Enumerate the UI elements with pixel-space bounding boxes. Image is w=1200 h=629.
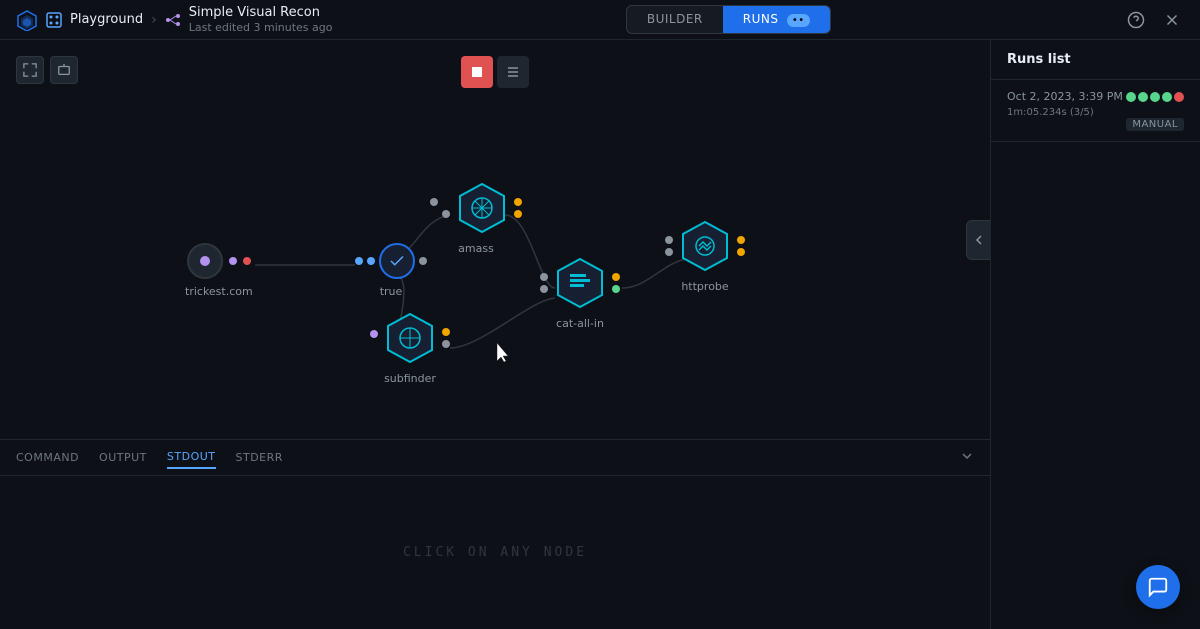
tab-stdout[interactable]: STDOUT — [167, 446, 216, 469]
run-dot-1 — [1126, 92, 1136, 102]
tab-group: BUILDER RUNS •• — [626, 5, 831, 34]
node-subfinder[interactable]: subfinder — [370, 310, 450, 385]
run-dots — [1126, 92, 1184, 102]
header-right — [1124, 8, 1184, 32]
workflow-name-group: Simple Visual Recon Last edited 3 minute… — [189, 5, 333, 34]
run-item-header: Oct 2, 2023, 3:39 PM — [1007, 90, 1184, 103]
node-httprobe[interactable]: httprobe — [665, 218, 745, 293]
run-item[interactable]: Oct 2, 2023, 3:39 PM 1m:05.234s (3/5) MA… — [991, 80, 1200, 142]
main-area: trickest.com true — [0, 40, 1200, 629]
run-timestamp: Oct 2, 2023, 3:39 PM — [1007, 90, 1123, 103]
tab-runs-label: RUNS — [743, 12, 779, 26]
run-badge: MANUAL — [1126, 118, 1184, 131]
node-httprobe-label: httprobe — [681, 280, 728, 293]
tab-output[interactable]: OUTPUT — [99, 447, 147, 468]
tab-runs-badge: •• — [787, 14, 810, 27]
chat-button[interactable] — [1136, 565, 1180, 609]
run-dot-4 — [1162, 92, 1172, 102]
last-edited: Last edited 3 minutes ago — [189, 21, 333, 34]
node-trickest[interactable]: trickest.com — [185, 243, 253, 298]
runs-panel: Runs list Oct 2, 2023, 3:39 PM 1m:05.234… — [990, 40, 1200, 629]
run-dot-5 — [1174, 92, 1184, 102]
run-status-row: MANUAL — [1007, 118, 1184, 131]
tab-runs[interactable]: RUNS •• — [723, 6, 830, 33]
canvas-toolbar — [461, 56, 529, 88]
node-trickest-label: trickest.com — [185, 285, 253, 298]
playground-icon — [46, 12, 62, 28]
run-sub-info: 1m:05.234s (3/5) — [1007, 107, 1184, 118]
node-amass-label: amass — [458, 242, 494, 255]
workflow-name: Simple Visual Recon — [189, 5, 333, 20]
node-subfinder-label: subfinder — [384, 372, 436, 385]
playground-label: Playground — [70, 12, 143, 27]
brand-logo — [16, 9, 38, 31]
node-cat-all-in-label: cat-all-in — [556, 317, 604, 330]
list-view-button[interactable] — [497, 56, 529, 88]
header-left: Playground › Simple Visual Recon Last ed… — [16, 5, 332, 34]
stop-button[interactable] — [461, 56, 493, 88]
workflow-icon — [165, 12, 181, 28]
header: Playground › Simple Visual Recon Last ed… — [0, 0, 1200, 40]
node-true[interactable]: true — [355, 243, 427, 298]
header-center: BUILDER RUNS •• — [626, 5, 831, 34]
tab-builder[interactable]: BUILDER — [627, 6, 723, 33]
close-button[interactable] — [1160, 8, 1184, 32]
graph-canvas[interactable]: trickest.com true — [0, 40, 990, 439]
node-amass[interactable]: amass — [430, 180, 522, 255]
tab-stderr[interactable]: STDERR — [236, 447, 283, 468]
expand-bottom-panel[interactable] — [960, 449, 974, 467]
panel-toggle[interactable] — [966, 220, 990, 260]
bottom-panel: COMMAND OUTPUT STDOUT STDERR CLICK ON AN… — [0, 439, 990, 629]
tab-command[interactable]: COMMAND — [16, 447, 79, 468]
help-button[interactable] — [1124, 8, 1148, 32]
bottom-content: CLICK ON ANY NODE — [0, 476, 990, 629]
runs-panel-title: Runs list — [991, 40, 1200, 80]
canvas-controls — [16, 56, 78, 84]
fullscreen-button[interactable] — [50, 56, 78, 84]
run-dot-3 — [1150, 92, 1160, 102]
node-cat-all-in[interactable]: cat-all-in — [540, 255, 620, 330]
fit-view-button[interactable] — [16, 56, 44, 84]
click-hint: CLICK ON ANY NODE — [403, 545, 587, 560]
run-dot-2 — [1138, 92, 1148, 102]
node-true-label: true — [380, 285, 403, 298]
bottom-tabs: COMMAND OUTPUT STDOUT STDERR — [0, 440, 990, 476]
breadcrumb-separator: › — [151, 12, 157, 28]
